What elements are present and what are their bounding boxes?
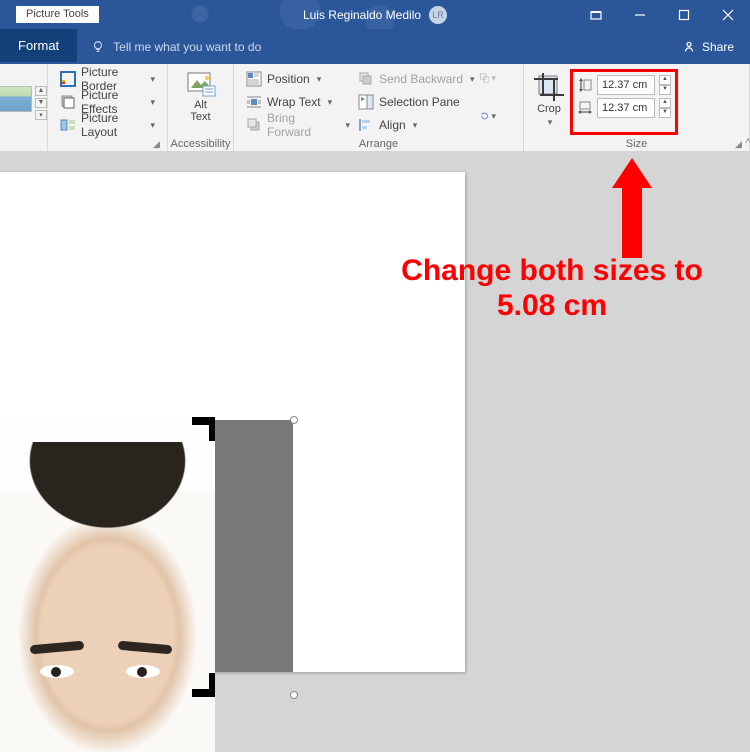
- position-icon: [246, 71, 262, 87]
- height-icon: [577, 77, 593, 93]
- picture-styles-launcher[interactable]: ◢: [153, 139, 163, 149]
- crop-handle-bottom[interactable]: [209, 673, 215, 697]
- annotation-arrow: [612, 158, 652, 258]
- wrap-text-button[interactable]: Wrap Text▾: [242, 91, 354, 113]
- group-accessibility: AltText Accessibility: [168, 64, 234, 151]
- send-backward-icon: [358, 71, 374, 87]
- group-label-accessibility: Accessibility: [168, 138, 233, 150]
- inserted-picture[interactable]: [0, 420, 293, 672]
- group-picture-styles: ▲▼▾: [0, 64, 48, 151]
- selection-pane-label: Selection Pane: [379, 95, 460, 109]
- tell-me-search[interactable]: Tell me what you want to do: [91, 29, 261, 64]
- ribbon: ▲▼▾ Picture Border▾ Picture Effects▾ Pic…: [0, 64, 750, 152]
- account-username: Luis Reginaldo Medilo: [303, 8, 421, 22]
- group-arrange: Position▾ Wrap Text▾ Bring Forward▾ Send…: [234, 64, 524, 151]
- send-backward-label: Send Backward: [379, 72, 463, 86]
- wrap-text-label: Wrap Text: [267, 95, 321, 109]
- alt-text-button[interactable]: AltText: [176, 68, 225, 125]
- picture-effects-icon: [60, 94, 76, 110]
- title-bar: Picture Tools Luis Reginaldo Medilo LR: [0, 0, 750, 29]
- collapse-ribbon-button[interactable]: ˄: [745, 136, 750, 147]
- selection-pane-button[interactable]: Selection Pane: [354, 91, 480, 113]
- crop-handle-top[interactable]: [209, 417, 215, 441]
- position-button[interactable]: Position▾: [242, 68, 354, 90]
- crop-dropdown-icon[interactable]: ▾: [548, 117, 553, 128]
- wrap-text-icon: [246, 94, 262, 110]
- width-icon: [577, 100, 593, 116]
- bring-forward-icon: [246, 117, 262, 133]
- tab-format[interactable]: Format: [0, 29, 77, 64]
- height-spinner[interactable]: ▲▼: [659, 75, 671, 95]
- contextual-tab-label: Picture Tools: [16, 6, 99, 23]
- alt-text-label: AltText: [190, 100, 210, 123]
- ribbon-tab-row: Format Tell me what you want to do Share: [0, 29, 750, 64]
- lightbulb-icon: [91, 40, 105, 54]
- picture-effects-button[interactable]: Picture Effects▾: [56, 91, 159, 113]
- alt-text-icon: [185, 70, 217, 98]
- selection-handle-bottom[interactable]: [290, 691, 298, 699]
- align-button[interactable]: Align▾: [354, 114, 480, 136]
- position-label: Position: [267, 72, 310, 86]
- group-label-size: Size: [524, 138, 749, 150]
- picture-border-icon: [60, 71, 76, 87]
- rotate-button[interactable]: ▾: [480, 108, 496, 124]
- tell-me-placeholder: Tell me what you want to do: [113, 40, 261, 54]
- size-launcher[interactable]: ◢: [735, 139, 745, 149]
- share-label: Share: [702, 40, 734, 54]
- crop-excluded-region: [215, 420, 293, 672]
- annotation-text: Change both sizes to 5.08 cm: [372, 254, 732, 323]
- bring-forward-button[interactable]: Bring Forward▾: [242, 114, 354, 136]
- align-icon: [358, 117, 374, 133]
- align-label: Align: [379, 118, 406, 132]
- account-area[interactable]: Luis Reginaldo Medilo LR: [303, 6, 447, 24]
- picture-layout-icon: [60, 117, 76, 133]
- picture-border-button[interactable]: Picture Border▾: [56, 68, 159, 90]
- crop-label: Crop: [537, 103, 561, 115]
- share-button[interactable]: Share: [666, 29, 750, 64]
- group-objects-button[interactable]: ▾: [480, 70, 496, 86]
- group-label-arrange: Arrange: [234, 138, 523, 150]
- selection-pane-icon: [358, 94, 374, 110]
- shape-height-input[interactable]: 12.37 cm: [597, 75, 655, 95]
- picture-styles-gallery-scroll[interactable]: ▲▼▾: [35, 86, 47, 120]
- picture-layout-button[interactable]: Picture Layout▾: [56, 114, 159, 136]
- crop-button[interactable]: Crop ▾: [534, 69, 564, 135]
- share-icon: [682, 40, 696, 54]
- crop-icon: [534, 73, 564, 101]
- shape-width-input[interactable]: 12.37 cm: [597, 98, 655, 118]
- account-avatar: LR: [429, 6, 447, 24]
- picture-layout-label: Picture Layout: [81, 111, 143, 139]
- size-fields-highlight: 12.37 cm ▲▼ 12.37 cm ▲▼: [570, 69, 678, 135]
- group-size: Crop ▾ 12.37 cm ▲▼ 12.37 cm ▲▼ Size ◢ ˄: [524, 64, 750, 151]
- group-picture-adjust: Picture Border▾ Picture Effects▾ Picture…: [48, 64, 168, 151]
- width-spinner[interactable]: ▲▼: [659, 98, 671, 118]
- selection-handle-top[interactable]: [290, 416, 298, 424]
- send-backward-button[interactable]: Send Backward▾: [354, 68, 480, 90]
- picture-style-preset[interactable]: [0, 86, 32, 112]
- bring-forward-label: Bring Forward: [267, 111, 338, 139]
